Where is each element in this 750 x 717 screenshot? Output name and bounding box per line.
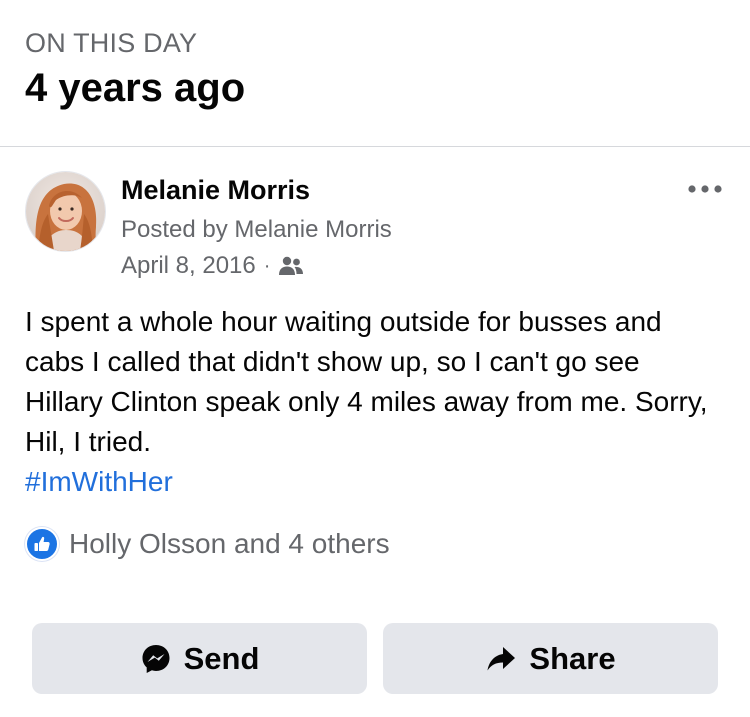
header-divider (0, 146, 750, 147)
post-body: I spent a whole hour waiting outside for… (25, 302, 725, 502)
memory-kicker: ON THIS DAY (25, 28, 198, 58)
hashtag-link[interactable]: #ImWithHer (25, 462, 725, 502)
share-button[interactable]: Share (383, 623, 718, 694)
share-label: Share (529, 640, 616, 676)
author-block: Melanie Morris Posted by Melanie Morris … (121, 173, 392, 281)
share-arrow-icon (485, 643, 517, 675)
memory-header: ON THIS DAY 4 years ago (25, 26, 725, 111)
action-row: Send Share (32, 623, 718, 694)
friends-icon (278, 255, 304, 277)
author-name[interactable]: Melanie Morris (121, 173, 392, 207)
post-text: I spent a whole hour waiting outside for… (25, 306, 716, 457)
messenger-icon (140, 643, 172, 675)
send-button[interactable]: Send (32, 623, 367, 694)
send-label: Send (183, 640, 260, 676)
post-meta: April 8, 2016 · (121, 251, 392, 281)
meta-separator: · (263, 255, 271, 277)
post-date[interactable]: April 8, 2016 (121, 251, 256, 281)
posted-by-text: Posted by Melanie Morris (121, 216, 392, 243)
like-icon (25, 527, 59, 561)
reaction-text: Holly Olsson and 4 others (69, 528, 390, 559)
memory-title: 4 years ago (25, 66, 246, 110)
more-options-icon (688, 180, 722, 198)
reactions-summary[interactable]: Holly Olsson and 4 others (25, 527, 390, 561)
author-avatar[interactable] (25, 171, 106, 252)
more-options-button[interactable] (685, 177, 725, 201)
